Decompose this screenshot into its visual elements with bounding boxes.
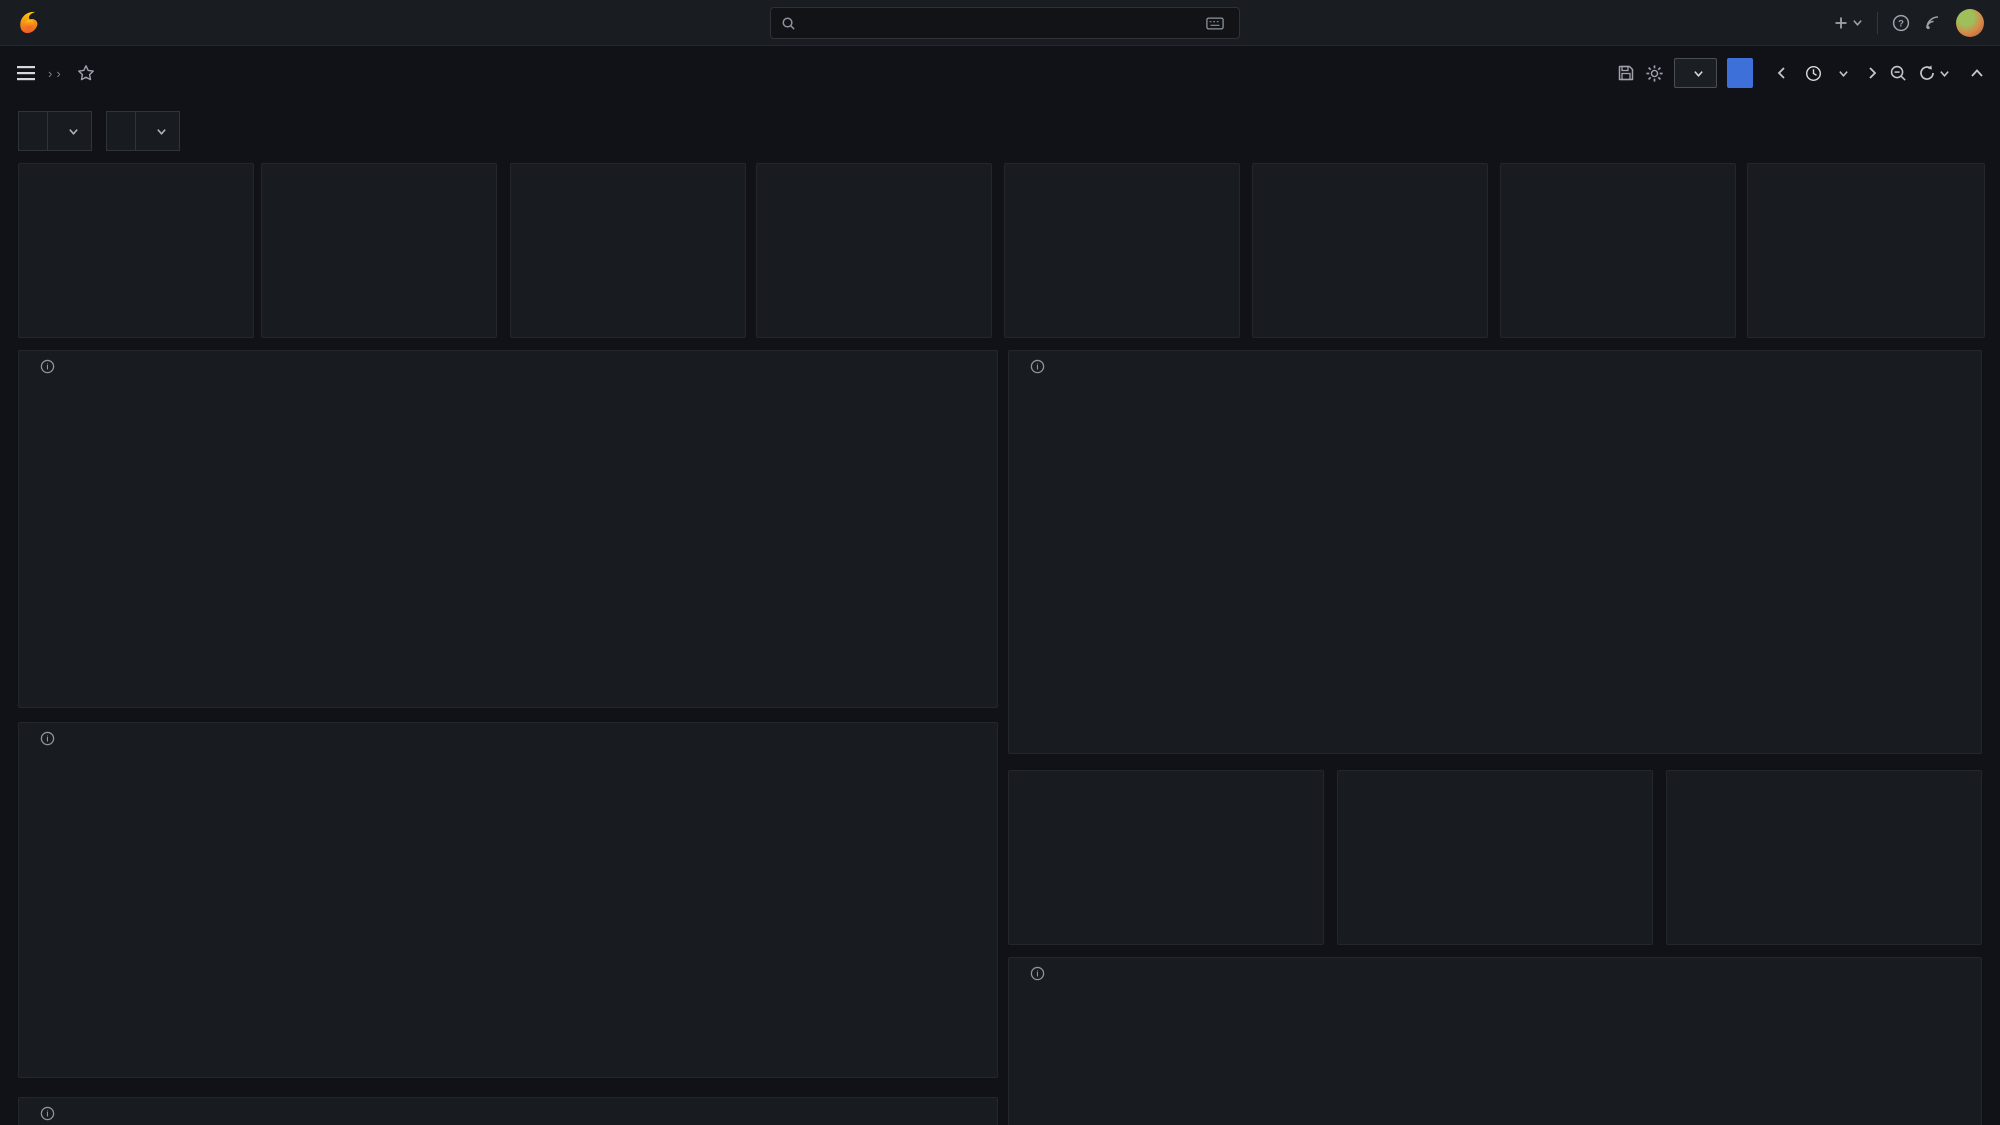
search-input[interactable] [770,7,1240,39]
panel-network: i [18,722,998,1078]
svg-text:i: i [46,735,48,744]
user-avatar[interactable] [1956,9,1984,37]
time-forward-button[interactable] [1865,65,1879,81]
svg-text:i: i [1036,970,1038,979]
svg-text:?: ? [1898,18,1904,29]
refresh-button[interactable] [1918,64,1950,82]
share-button[interactable] [1727,58,1753,88]
refresh-icon [1918,64,1936,82]
variable-hosts [106,111,180,151]
variable-application-label [18,111,47,151]
variable-application-select[interactable] [47,111,92,151]
panel-cpu-usage-gauges [1500,163,1736,338]
panel-hdd-percent: i [18,1097,998,1125]
panel-cpu-load-15m [1666,770,1982,945]
panel-cpu-load-1m-5m: i [1008,957,1982,1125]
panel-uptime [18,163,254,338]
panel-memory-use-gauges [1747,163,1985,338]
breadcrumb: › › [46,66,63,81]
grafana-dashboard: ? › › [0,0,2000,1125]
zoom-out-icon[interactable] [1889,64,1908,83]
info-icon: i [40,1106,55,1121]
breadcrumb-separator: › [54,66,62,81]
top-nav: ? [0,0,2000,46]
dashboard-variables [18,111,180,151]
panel-total-threads [1252,163,1488,338]
add-panel-button[interactable] [1674,58,1717,88]
news-button[interactable] [1924,14,1942,32]
breadcrumb-separator: › [46,66,54,81]
star-icon[interactable] [77,64,95,82]
panel-cpu-load-5m [1337,770,1653,945]
info-icon: i [40,359,55,374]
help-icon: ? [1892,14,1910,32]
collapse-toolbar-icon[interactable] [1970,67,1984,79]
dashboard-toolbar: › › [0,47,2000,99]
panel-cpus [261,163,497,338]
settings-gear-icon[interactable] [1645,64,1664,83]
variable-application [18,111,92,151]
panel-cpu-load-1m [1008,770,1324,945]
divider [1877,12,1878,34]
chevron-down-icon [1693,68,1704,79]
keyboard-shortcut [1206,17,1229,30]
add-new-button[interactable] [1833,15,1863,31]
chevron-down-icon [156,126,167,137]
svg-text:i: i [46,1110,48,1119]
panel-total-processes [510,163,746,338]
panel-zombies [756,163,992,338]
rss-icon [1924,14,1942,32]
info-icon: i [1030,966,1045,981]
variable-hosts-select[interactable] [135,111,180,151]
chevron-down-icon [1852,17,1863,28]
keyboard-icon [1206,17,1224,30]
panel-ram-percent: i [18,350,998,708]
time-range-picker[interactable] [1799,65,1855,82]
variable-hosts-label [106,111,135,151]
info-icon: i [40,731,55,746]
save-icon[interactable] [1617,64,1635,82]
panel-memory [1004,163,1240,338]
clock-icon [1805,65,1822,82]
help-button[interactable]: ? [1892,14,1910,32]
grafana-logo-icon[interactable] [16,8,44,38]
panel-cpu-percent: i [1008,350,1982,754]
info-icon: i [1030,359,1045,374]
svg-text:i: i [1036,363,1038,372]
chevron-down-icon [68,126,79,137]
search-icon [781,16,796,31]
plus-icon [1833,15,1849,31]
svg-text:i: i [46,363,48,372]
chevron-down-icon [1838,68,1849,79]
chevron-down-icon [1939,68,1950,79]
menu-icon[interactable] [16,64,36,82]
time-back-button[interactable] [1775,65,1789,81]
